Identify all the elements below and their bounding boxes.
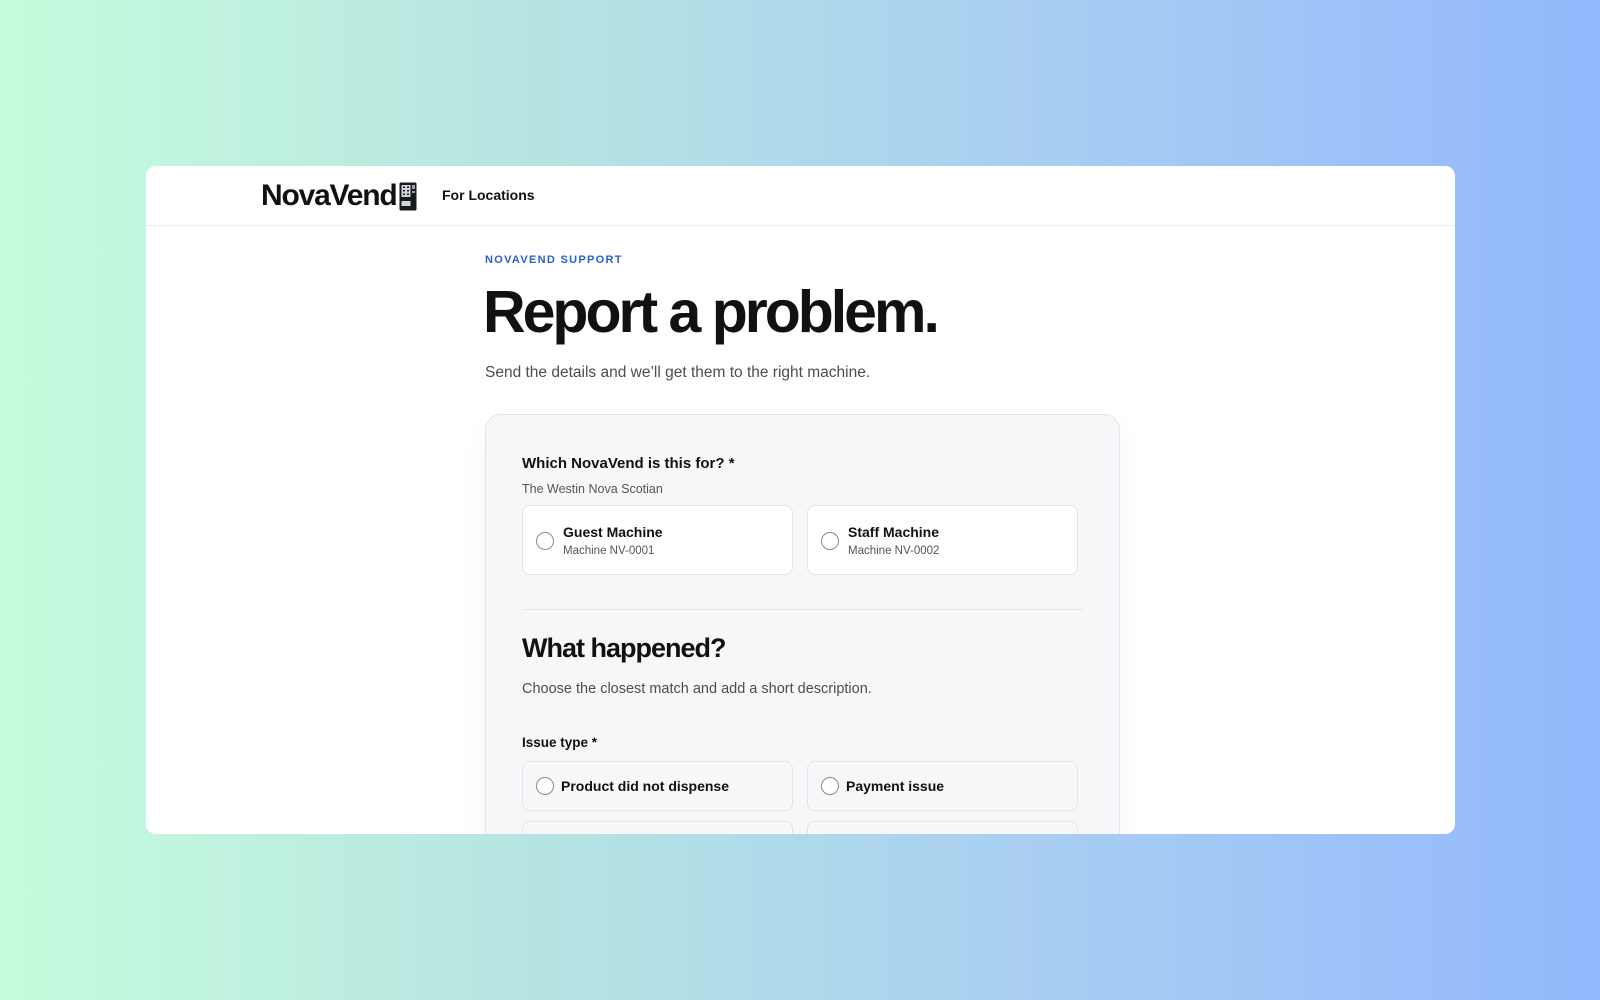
- brand-name: NovaVend: [261, 179, 398, 212]
- machine-option-guest[interactable]: Guest Machine Machine NV-0001: [522, 505, 793, 575]
- nav-for-locations[interactable]: For Locations: [442, 187, 535, 203]
- eyebrow-label: NOVAVEND SUPPORT: [485, 254, 623, 266]
- section-title-what-happened: What happened?: [522, 633, 726, 663]
- machine-option-title: Staff Machine: [848, 524, 940, 540]
- section-description: Choose the closest match and add a short…: [522, 681, 872, 697]
- issue-option[interactable]: [522, 821, 793, 834]
- report-form-card: Which NovaVend is this for? * The Westin…: [485, 414, 1120, 834]
- page-subtitle: Send the details and we’ll get them to t…: [485, 364, 871, 381]
- browser-window: NovaVend For Locations NOVAVEND SUPPORT …: [146, 166, 1455, 834]
- issue-option-payment[interactable]: Payment issue: [807, 761, 1078, 811]
- radio-icon[interactable]: [821, 532, 839, 550]
- radio-icon[interactable]: [821, 777, 839, 795]
- issue-option[interactable]: [807, 821, 1078, 834]
- brand-logo[interactable]: NovaVend: [261, 179, 417, 213]
- location-name: The Westin Nova Scotian: [522, 482, 663, 496]
- issue-option-label: Payment issue: [846, 778, 945, 794]
- issue-option-not-dispensed[interactable]: Product did not dispense: [522, 761, 793, 811]
- radio-icon[interactable]: [536, 777, 554, 795]
- issue-option-label: Product did not dispense: [561, 778, 730, 794]
- radio-icon[interactable]: [536, 532, 554, 550]
- top-nav-bar: NovaVend For Locations: [146, 166, 1455, 226]
- page-title: Report a problem.: [483, 279, 940, 345]
- section-divider: [522, 609, 1083, 610]
- vending-machine-icon: [399, 182, 417, 210]
- issue-type-label: Issue type *: [522, 735, 598, 750]
- machine-option-id: Machine NV-0001: [563, 545, 655, 557]
- machine-option-id: Machine NV-0002: [848, 545, 940, 557]
- machine-option-staff[interactable]: Staff Machine Machine NV-0002: [807, 505, 1078, 575]
- machine-option-title: Guest Machine: [563, 524, 663, 540]
- machine-question-label: Which NovaVend is this for? *: [522, 455, 735, 472]
